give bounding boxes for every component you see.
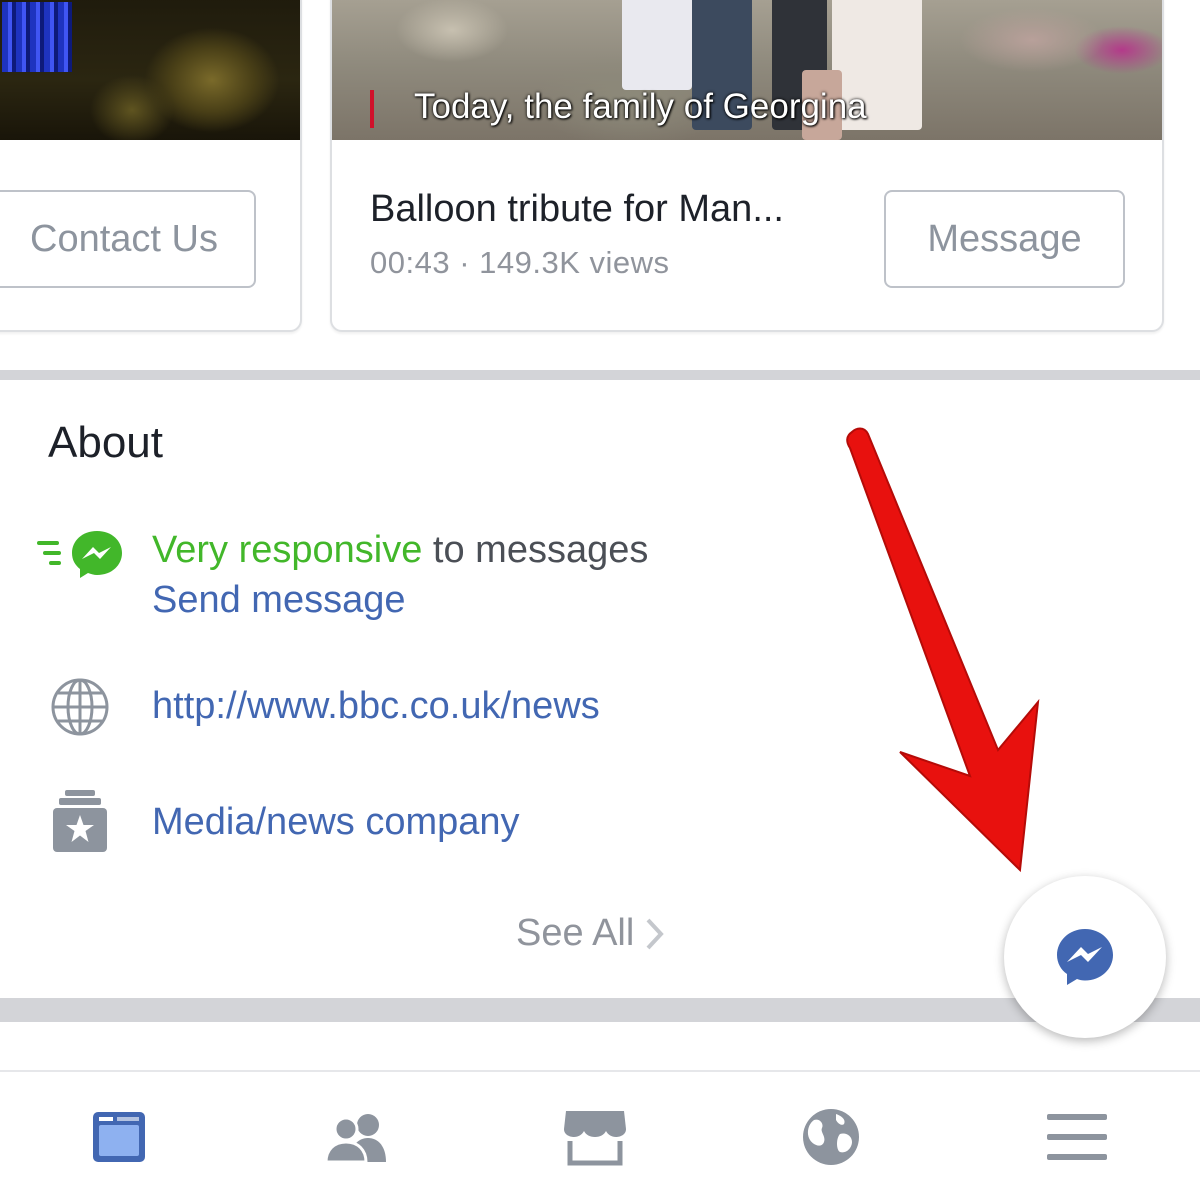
tab-news-feed[interactable] <box>74 1102 164 1172</box>
menu-icon <box>1047 1114 1107 1160</box>
responsiveness-text: Very responsive to messages <box>152 526 648 574</box>
tab-marketplace[interactable] <box>550 1102 640 1172</box>
globe-icon <box>30 672 130 742</box>
messenger-responsive-icon <box>30 520 130 590</box>
video-thumbnail-left[interactable] <box>0 0 300 140</box>
tab-notifications[interactable] <box>786 1102 876 1172</box>
see-all-label: See All <box>516 912 635 954</box>
caption-marker <box>370 90 374 128</box>
section-divider <box>0 370 1200 380</box>
category-row[interactable]: Media/news company <box>0 786 1200 866</box>
page-category-icon <box>30 786 130 856</box>
video-meta: 00:43 · 149.3K views <box>370 245 670 280</box>
video-title[interactable]: Balloon tribute for Man... <box>370 188 784 231</box>
about-section: About Very responsive to messages Send m… <box>0 380 1200 998</box>
video-thumbnail-right[interactable]: Today, the family of Georgina <box>332 0 1162 140</box>
video-card-right[interactable]: Today, the family of Georgina Balloon tr… <box>330 0 1164 332</box>
category-link[interactable]: Media/news company <box>152 798 520 846</box>
video-subtitle-caption: Today, the family of Georgina <box>414 87 867 126</box>
see-all-link[interactable]: See All <box>516 912 666 955</box>
messenger-icon <box>1057 929 1113 985</box>
video-card-left[interactable]: Contact Us <box>0 0 302 332</box>
marketplace-icon <box>564 1111 626 1166</box>
bottom-tab-bar <box>0 1074 1200 1200</box>
video-cards-strip: Contact Us Today, the family of Georgina… <box>0 0 1200 370</box>
responsiveness-suffix: to messages <box>422 529 649 571</box>
contact-us-button[interactable]: Contact Us <box>0 190 256 288</box>
friends-icon <box>324 1114 386 1164</box>
tab-menu[interactable] <box>1032 1102 1122 1172</box>
send-message-link[interactable]: Send message <box>152 576 406 624</box>
message-button[interactable]: Message <box>884 190 1125 288</box>
website-row[interactable]: http://www.bbc.co.uk/news <box>0 672 1200 742</box>
thumbnail-person <box>622 0 692 90</box>
notifications-globe-icon <box>803 1109 859 1165</box>
next-section-placeholder <box>0 1022 1200 1072</box>
website-link[interactable]: http://www.bbc.co.uk/news <box>152 682 600 730</box>
news-feed-icon <box>93 1112 145 1162</box>
tab-friends[interactable] <box>312 1102 402 1172</box>
floating-messenger-button[interactable] <box>1004 876 1166 1038</box>
about-heading: About <box>48 418 163 467</box>
chevron-right-icon <box>646 918 665 949</box>
responsiveness-row: Very responsive to messages Send message <box>0 520 1200 630</box>
responsiveness-highlight: Very responsive <box>152 529 423 571</box>
